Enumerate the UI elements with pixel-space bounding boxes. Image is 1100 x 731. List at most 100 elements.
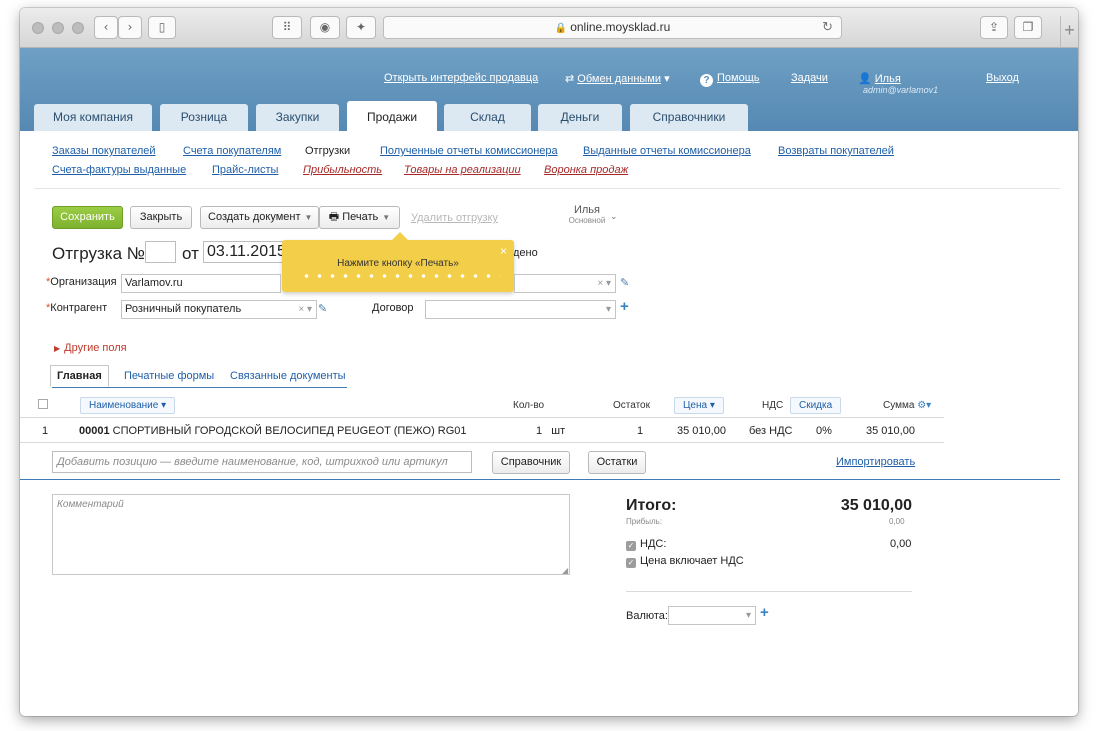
owner-name: Илья (573, 204, 600, 216)
tab-retail[interactable]: Розница (160, 104, 248, 131)
directory-button[interactable]: Справочник (492, 451, 570, 474)
tab-warehouse[interactable]: Склад (444, 104, 531, 131)
subnav-sales-funnel[interactable]: Воронка продаж (544, 164, 628, 176)
subnav-customer-returns[interactable]: Возвраты покупателей (778, 145, 894, 157)
grid-icon[interactable]: ⠿ (272, 16, 302, 39)
subnav-customer-orders[interactable]: Заказы покупателей (52, 145, 156, 157)
zoom-window-button[interactable] (72, 22, 84, 34)
sidebar-icon[interactable]: ▯ (148, 16, 176, 39)
tab-main[interactable]: Главная (50, 365, 109, 387)
row-name[interactable]: 00001 СПОРТИВНЫЙ ГОРОДСКОЙ ВЕЛОСИПЕД PEU… (79, 425, 467, 437)
forward-icon[interactable]: › (118, 16, 142, 39)
clear-dropdown-icon[interactable]: × ▾ (298, 301, 312, 318)
contractor-field[interactable]: Розничный покупатель × ▾ (121, 300, 317, 319)
row-discount[interactable]: 0% (816, 425, 832, 437)
address-bar[interactable]: 🔒 online.moysklad.ru ↻ (383, 16, 842, 39)
col-name-header[interactable]: Наименование ▾ (80, 397, 176, 414)
close-button[interactable]: Закрыть (130, 206, 192, 229)
col-stock-header: Остаток (613, 400, 650, 411)
contract-field[interactable]: ▾ (425, 300, 616, 319)
subnav-price-lists[interactable]: Прайс-листы (212, 164, 278, 176)
row-number: 1 (42, 425, 49, 437)
vat-checkbox[interactable]: ✓ НДС: (626, 538, 666, 551)
subnav-goods-on-sale[interactable]: Товары на реализации (404, 164, 521, 176)
printer-icon: 🖶 (328, 211, 343, 223)
tasks-link[interactable]: Задачи (791, 72, 828, 84)
gear-icon[interactable]: ⚙▾ (917, 400, 931, 411)
subnav-profitability[interactable]: Прибыльность (303, 164, 382, 176)
minimize-window-button[interactable] (52, 22, 64, 34)
seller-interface-link[interactable]: Открыть интерфейс продавца (384, 72, 538, 84)
logout-link[interactable]: Выход (986, 72, 1019, 84)
tab-purchases[interactable]: Закупки (256, 104, 339, 131)
col-qty-header: Кол-во (513, 400, 545, 411)
user-link[interactable]: Илья (875, 73, 901, 85)
contract-label: Договор (372, 302, 414, 314)
help-link[interactable]: Помощь (717, 72, 760, 84)
doc-tabs-underline (52, 387, 347, 388)
subnav-received-reports[interactable]: Полученные отчеты комиссионера (380, 145, 558, 157)
contractor-label: *Контрагент (46, 302, 108, 314)
tab-sales[interactable]: Продажи (347, 101, 437, 131)
exchange-link[interactable]: Обмен данными (577, 73, 661, 85)
chevron-down-icon[interactable]: ▾ (606, 301, 611, 318)
subnav-issued-reports[interactable]: Выданные отчеты комиссионера (583, 145, 751, 157)
tab-related-docs[interactable]: Связанные документы (230, 370, 346, 382)
opera-icon[interactable]: ◉ (310, 16, 340, 39)
subnav-customer-invoices[interactable]: Счета покупателям (183, 145, 281, 157)
extension-icon[interactable]: ✦ (346, 16, 376, 39)
col-sum-header[interactable]: Сумма ⚙▾ (883, 400, 931, 411)
other-fields-toggle[interactable]: ▶ Другие поля (54, 342, 127, 354)
row-price[interactable]: 35 010,00 (677, 425, 726, 437)
add-currency-icon[interactable]: + (760, 604, 769, 621)
resize-handle-icon[interactable]: ◢ (562, 566, 568, 575)
tab-print-forms[interactable]: Печатные формы (124, 370, 214, 382)
user-login: admin@varlamov1 (863, 85, 939, 95)
back-icon[interactable]: ‹ (94, 16, 118, 39)
col-discount-header[interactable]: Скидка (790, 397, 842, 414)
share-icon[interactable]: ⇪ (980, 16, 1008, 39)
col-vat-header: НДС (762, 400, 784, 411)
comment-textarea[interactable]: Комментарий (52, 494, 570, 575)
price-incl-vat-checkbox[interactable]: ✓ Цена включает НДС (626, 555, 744, 568)
help-icon: ? (700, 74, 713, 87)
browser-toolbar: ‹ › ▯ ⠿ ◉ ✦ 🔒 online.moysklad.ru ↻ ⇪ ❐ + (20, 8, 1078, 48)
status-text: дено (513, 247, 538, 259)
date-input[interactable]: 03.11.2015 (203, 241, 283, 263)
doc-number-input[interactable] (145, 241, 176, 263)
print-tooltip: × Нажмите кнопку «Печать» (282, 232, 514, 292)
tabs-icon[interactable]: ❐ (1014, 16, 1042, 39)
print-button[interactable]: 🖶 Печать ▼ (319, 206, 400, 229)
currency-select[interactable]: ▾ (668, 606, 756, 625)
subnav-shipments[interactable]: Отгрузки (305, 145, 350, 157)
new-tab-icon[interactable]: + (1060, 16, 1078, 48)
delete-shipment-link[interactable]: Удалить отгрузку (411, 212, 498, 224)
owner-selector[interactable]: Илья Основной (566, 204, 608, 225)
reload-icon[interactable]: ↻ (822, 17, 833, 38)
add-position-input[interactable]: Добавить позицию — введите наименование,… (52, 451, 472, 473)
select-all-checkbox[interactable] (38, 399, 48, 412)
row-vat[interactable]: без НДС (749, 425, 793, 437)
tab-directories[interactable]: Справочники (630, 104, 748, 131)
save-button[interactable]: Сохранить (52, 206, 123, 229)
org-field-tail[interactable]: × ▾ (514, 274, 616, 293)
tab-money[interactable]: Деньги (538, 104, 622, 131)
org-field[interactable]: Varlamov.ru (121, 274, 281, 293)
chevron-down-icon: ▾ (661, 73, 670, 85)
close-window-button[interactable] (32, 22, 44, 34)
row-line (20, 442, 944, 443)
caret-right-icon: ▶ (54, 344, 61, 353)
tab-my-company[interactable]: Моя компания (34, 104, 152, 131)
edit-icon[interactable]: ✎ (620, 276, 629, 289)
remains-button[interactable]: Остатки (588, 451, 646, 474)
add-contract-icon[interactable]: + (620, 298, 629, 315)
clear-dropdown-icon[interactable]: × ▾ (597, 275, 611, 292)
col-price-header[interactable]: Цена ▾ (674, 397, 724, 414)
edit-icon[interactable]: ✎ (318, 302, 327, 315)
close-icon[interactable]: × (500, 244, 507, 258)
subnav-issued-invoices[interactable]: Счета-фактуры выданные (52, 164, 186, 176)
import-link[interactable]: Импортировать (836, 456, 915, 468)
exchange-icon: ⇄ (565, 73, 578, 85)
create-document-button[interactable]: Создать документ ▼ (200, 206, 319, 229)
row-qty[interactable]: 1 шт (536, 425, 565, 437)
